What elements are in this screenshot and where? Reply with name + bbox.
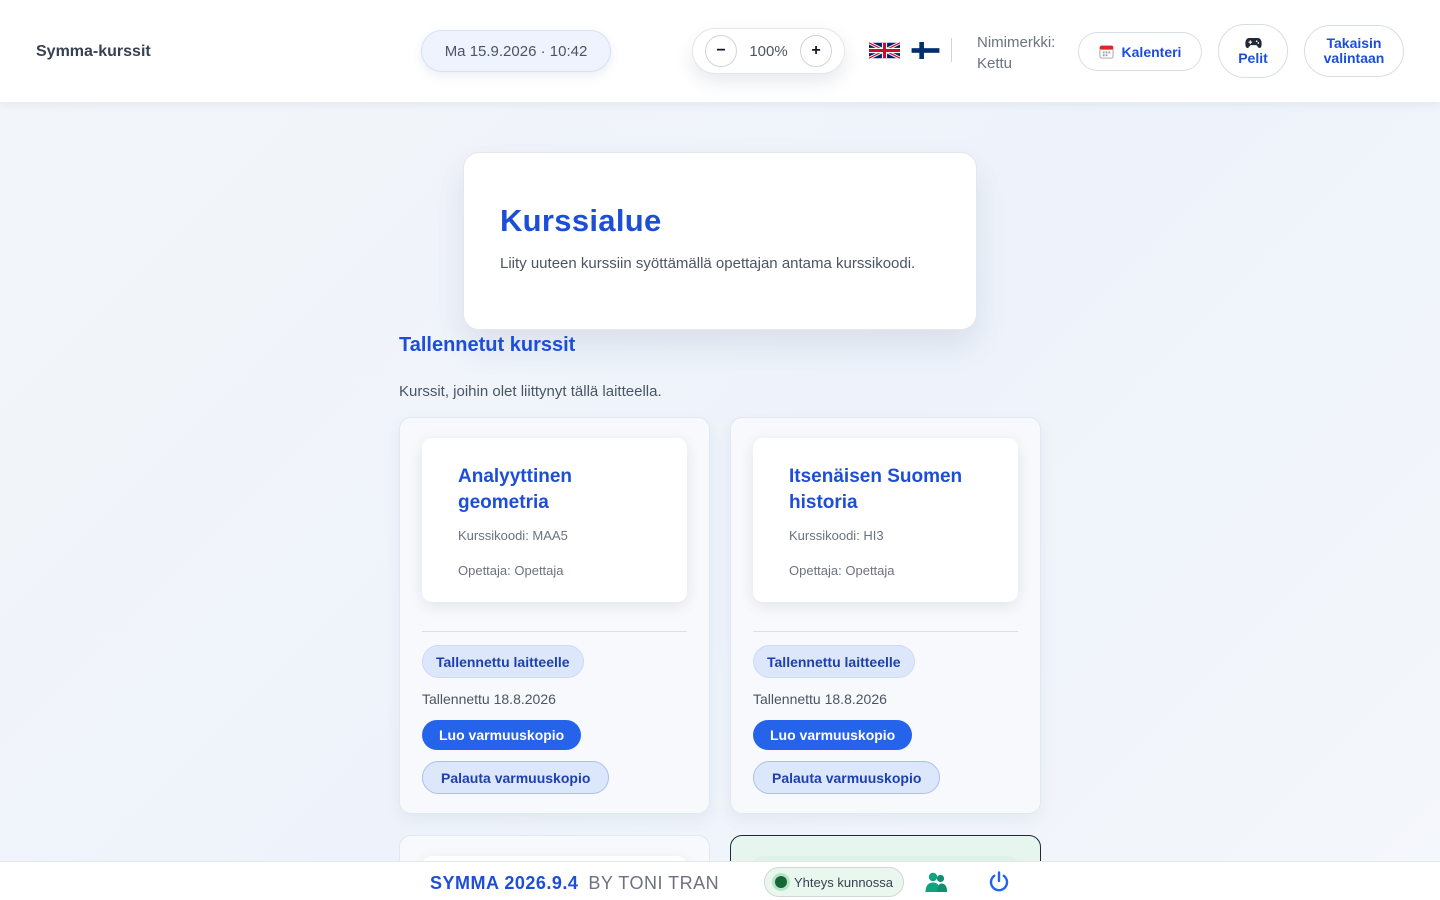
footer: SYMMA 2026.9.4 BY TONI TRAN Yhteys kunnos… <box>0 861 1440 900</box>
course-code: Kurssikoodi: MAA5 <box>458 528 568 543</box>
calendar-icon <box>1099 45 1114 59</box>
saved-courses-title: Tallennetut kurssit <box>399 334 576 356</box>
course-teacher: Opettaja: Opettaja <box>789 563 895 578</box>
zoom-control: − 100% + <box>692 28 845 74</box>
card-divider <box>422 631 687 632</box>
header-divider <box>951 38 952 62</box>
calendar-button-label: Kalenteri <box>1121 43 1182 60</box>
app-author: BY TONI TRAN <box>588 873 720 893</box>
create-backup-button[interactable]: Luo varmuuskopio <box>753 720 913 750</box>
course-name: Itsenäisen Suomen historia <box>789 466 963 513</box>
app-title: Symma-kurssit <box>36 43 151 60</box>
course-code: Kurssikoodi: HI3 <box>789 528 884 543</box>
course-card: Itsenäisen Suomen historia Kurssikoodi: … <box>730 417 1041 814</box>
calendar-button[interactable]: Kalenteri <box>1078 32 1202 71</box>
saved-badge: Tallennettu laitteelle <box>422 645 584 678</box>
status-dot-icon <box>775 876 787 888</box>
nickname-value: Kettu <box>977 55 1013 72</box>
users-icon[interactable] <box>924 870 948 894</box>
restore-backup-button[interactable]: Palauta varmuuskopio <box>753 761 941 794</box>
card-divider <box>753 631 1018 632</box>
uk-flag-icon[interactable] <box>869 42 900 59</box>
games-button-label: Pelit <box>1238 49 1268 66</box>
course-open-area[interactable]: Itsenäisen Suomen historia Kurssikoodi: … <box>753 438 1018 602</box>
language-switcher <box>869 42 941 59</box>
finland-flag-icon[interactable] <box>910 42 941 59</box>
nickname-label: Nimimerkki: <box>977 34 1056 51</box>
course-teacher: Opettaja: Opettaja <box>458 563 564 578</box>
connection-status: Yhteys kunnossa <box>764 867 904 897</box>
course-area-hero: Kurssialue Liity uuteen kurssiin syöttäm… <box>463 152 977 330</box>
brand: SYMMA 2026.9.4 BY TONI TRAN <box>430 873 719 894</box>
zoom-level: 100% <box>749 42 788 60</box>
zoom-in-button[interactable]: + <box>800 35 832 67</box>
saved-date: Tallennettu 18.8.2026 <box>753 691 887 707</box>
zoom-out-button[interactable]: − <box>705 35 737 67</box>
saved-courses-subtitle: Kurssit, joihin olet liittynyt tällä lai… <box>399 383 662 400</box>
page-description: Liity uuteen kurssiin syöttämällä opetta… <box>500 255 916 272</box>
page-title: Kurssialue <box>500 203 662 238</box>
restore-backup-button[interactable]: Palauta varmuuskopio <box>422 761 610 794</box>
create-backup-button[interactable]: Luo varmuuskopio <box>422 720 582 750</box>
gamepad-icon <box>1244 37 1262 48</box>
nickname-display: Nimimerkki: Kettu <box>977 32 1072 74</box>
datetime-display: Ma 15.9.2026 · 10:42 <box>421 30 611 72</box>
games-button[interactable]: Pelit <box>1218 24 1288 78</box>
back-to-selection-button[interactable]: Takaisin valintaan <box>1304 25 1404 77</box>
course-name: Analyyttinen geometria <box>458 466 573 513</box>
top-bar: Symma-kurssit Ma 15.9.2026 · 10:42 − 100… <box>0 0 1440 102</box>
power-icon[interactable] <box>987 870 1011 894</box>
saved-badge: Tallennettu laitteelle <box>753 645 915 678</box>
app-version: SYMMA 2026.9.4 <box>430 873 579 893</box>
connection-status-label: Yhteys kunnossa <box>794 874 894 890</box>
course-open-area[interactable]: Analyyttinen geometria Kurssikoodi: MAA5… <box>422 438 687 602</box>
saved-date: Tallennettu 18.8.2026 <box>422 691 556 707</box>
course-card: Analyyttinen geometria Kurssikoodi: MAA5… <box>399 417 710 814</box>
